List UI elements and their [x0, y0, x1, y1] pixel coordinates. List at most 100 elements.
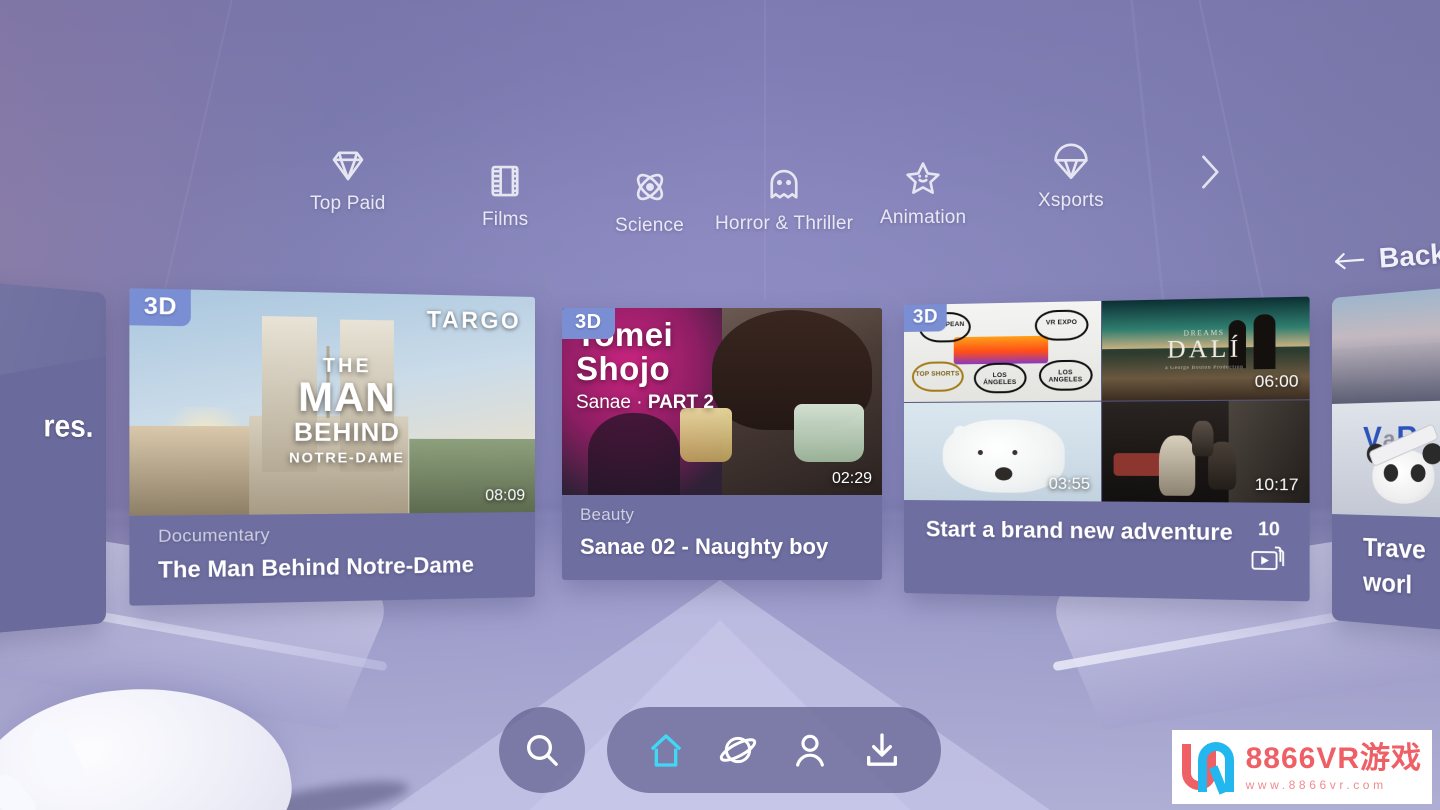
laurel-badge: LOS ÁNGELES	[973, 362, 1027, 396]
partial-thumb-panda: VaR	[1332, 397, 1440, 521]
card-title: Start a brand new adventure	[925, 516, 1233, 546]
laurel-badge: VR EXPO	[1034, 309, 1089, 343]
laurel-badge: TOP SHORTS	[911, 360, 964, 394]
nav-item-science[interactable]: Science	[615, 166, 684, 237]
search-button[interactable]	[499, 707, 585, 793]
nav-item-top-paid[interactable]: Top Paid	[310, 144, 386, 215]
card-info: Documentary The Man Behind Notre-Dame	[129, 512, 535, 586]
video-duration: 02:29	[831, 470, 872, 487]
badge-3d: 3D	[904, 304, 948, 332]
ghost-icon	[763, 164, 805, 206]
badge-3d: 3D	[129, 288, 192, 327]
playlist-icon	[1250, 543, 1287, 571]
downloads-button[interactable]	[851, 719, 913, 781]
nav-label: Films	[482, 209, 529, 230]
card-info: Beauty Sanae 02 - Naughty boy	[562, 495, 882, 561]
person-icon	[796, 734, 824, 767]
card-info: Trave worl	[1332, 514, 1440, 615]
star-smile-icon	[902, 158, 944, 200]
tile-bear-eye	[977, 449, 983, 455]
nav-label: Science	[615, 215, 684, 236]
parachute-icon	[1050, 141, 1092, 183]
nav-next-arrow[interactable]	[1192, 150, 1226, 194]
card-info: Start a brand new adventure 10	[904, 500, 1310, 572]
partial-text-fragment: res.	[43, 409, 94, 444]
partial-thumb-beach	[1332, 277, 1440, 404]
tile-person	[1191, 421, 1214, 457]
tile-title-above: DREAMS	[1183, 328, 1225, 338]
panda-eye	[1383, 464, 1399, 482]
download-icon	[867, 733, 897, 766]
watermark-url: www.8866vr.com	[1245, 777, 1387, 792]
search-icon	[527, 735, 558, 766]
thumb-subtitle-part: PART 2	[647, 392, 714, 414]
thumb-title-line-4: NOTRE-DAME	[289, 449, 405, 466]
card-category: Documentary	[158, 524, 270, 547]
playlist-tile-dali: DREAMS DALÍ a George Bouton Production 0…	[1101, 296, 1310, 401]
site-watermark: 8866VR游戏 www.8866vr.com	[1171, 730, 1432, 804]
tile-rock	[1253, 313, 1276, 369]
diamond-icon	[327, 144, 369, 186]
thumb-title-line-2: MAN	[297, 374, 397, 421]
playlist-tile-bar-scene: 10:17	[1101, 400, 1310, 503]
card-title-line-2: worl	[1363, 567, 1413, 600]
playlist-tile-polar-bear: 03:55	[904, 401, 1101, 502]
tile-person	[1158, 435, 1195, 496]
explore-button[interactable]	[707, 719, 769, 781]
home-button[interactable]	[635, 719, 697, 781]
nav-label: Horror & Thriller	[715, 213, 854, 234]
panda-eye	[1410, 464, 1426, 483]
laurel-badge: LOS ANGELES	[1038, 359, 1093, 393]
video-duration: 03:55	[1048, 475, 1091, 494]
nav-label: Top Paid	[310, 193, 386, 214]
nav-pill	[607, 707, 941, 793]
nav-item-xsports[interactable]: Xsports	[1038, 141, 1104, 212]
planet-icon	[719, 736, 757, 764]
thumb-subtitle-prefix: Sanae ·	[576, 392, 648, 414]
carousel-card-partial-right[interactable]: VaR Trave worl	[1332, 277, 1440, 641]
nav-label: Animation	[880, 207, 967, 228]
card-title: Sanae 02 - Naughty boy	[580, 534, 829, 559]
thumbnail-studio-watermark: TARGO	[426, 305, 522, 334]
category-nav: Top Paid Films Science Horror & Thriller…	[0, 128, 1440, 258]
profile-button[interactable]	[779, 719, 841, 781]
badge-3d: 3D	[562, 308, 615, 339]
carousel-card-partial-left[interactable]: res. Now	[0, 273, 106, 643]
card-thumbnail: THE MAN BEHIND NOTRE-DAME TARGO 3D 08:09	[129, 288, 535, 516]
video-duration: 08:09	[485, 487, 526, 505]
thumb-cup-left	[680, 408, 732, 462]
video-duration: 10:17	[1254, 476, 1299, 495]
nav-item-horror-thriller[interactable]: Horror & Thriller	[715, 164, 853, 235]
card-thumbnail-grid: EUROPEAN VR EXPO TOP SHORTS LOS ÁNGELES …	[904, 296, 1310, 503]
tile-bear-eye	[1012, 449, 1018, 455]
thumbnail-title-overlay: THE MAN BEHIND NOTRE-DAME	[258, 355, 435, 466]
back-label: Back	[1377, 238, 1440, 274]
partial-thumb-sea	[1332, 334, 1440, 404]
tile-title-overlay: DREAMS DALÍ a George Bouton Production	[1165, 328, 1243, 371]
thumb-silhouette	[588, 413, 680, 495]
watermark-text: 8866VR游戏 www.8866vr.com	[1245, 741, 1422, 792]
thumb-title-line-2: Shojo	[576, 349, 671, 387]
carousel-card-notre-dame[interactable]: THE MAN BEHIND NOTRE-DAME TARGO 3D 08:09…	[129, 288, 535, 606]
card-thumbnail: Tomei Shojo Sanae · PART 2 3D 02:29	[562, 308, 882, 495]
arrow-left-icon	[1335, 253, 1365, 270]
watermark-logo-icon	[1178, 736, 1240, 798]
watermark-brand: 8866VR游戏	[1245, 741, 1422, 775]
home-icon	[650, 734, 682, 767]
carousel-card-playlist[interactable]: EUROPEAN VR EXPO TOP SHORTS LOS ÁNGELES …	[904, 296, 1310, 602]
card-category: Beauty	[580, 505, 635, 524]
thumb-cup-right	[794, 404, 864, 462]
thumb-title-line-3: BEHIND	[293, 418, 400, 447]
thumb-building-left	[129, 425, 252, 516]
card-sheen	[0, 273, 106, 397]
tile-title-below: a George Bouton Production	[1165, 365, 1244, 372]
video-duration: 06:00	[1254, 372, 1299, 392]
video-carousel: res. Now THE MAN BEHIND NOTRE-DAME TARGO…	[0, 273, 1440, 643]
card-title: The Man Behind Notre-Dame	[158, 551, 474, 584]
nav-item-animation[interactable]: Animation	[880, 158, 966, 229]
nav-item-films[interactable]: Films	[482, 160, 528, 231]
carousel-card-sanae[interactable]: Tomei Shojo Sanae · PART 2 3D 02:29 Beau…	[562, 308, 882, 580]
nav-label: Xsports	[1038, 190, 1104, 211]
thumb-title-line-1: THE	[322, 355, 372, 378]
film-strip-icon	[484, 160, 526, 202]
